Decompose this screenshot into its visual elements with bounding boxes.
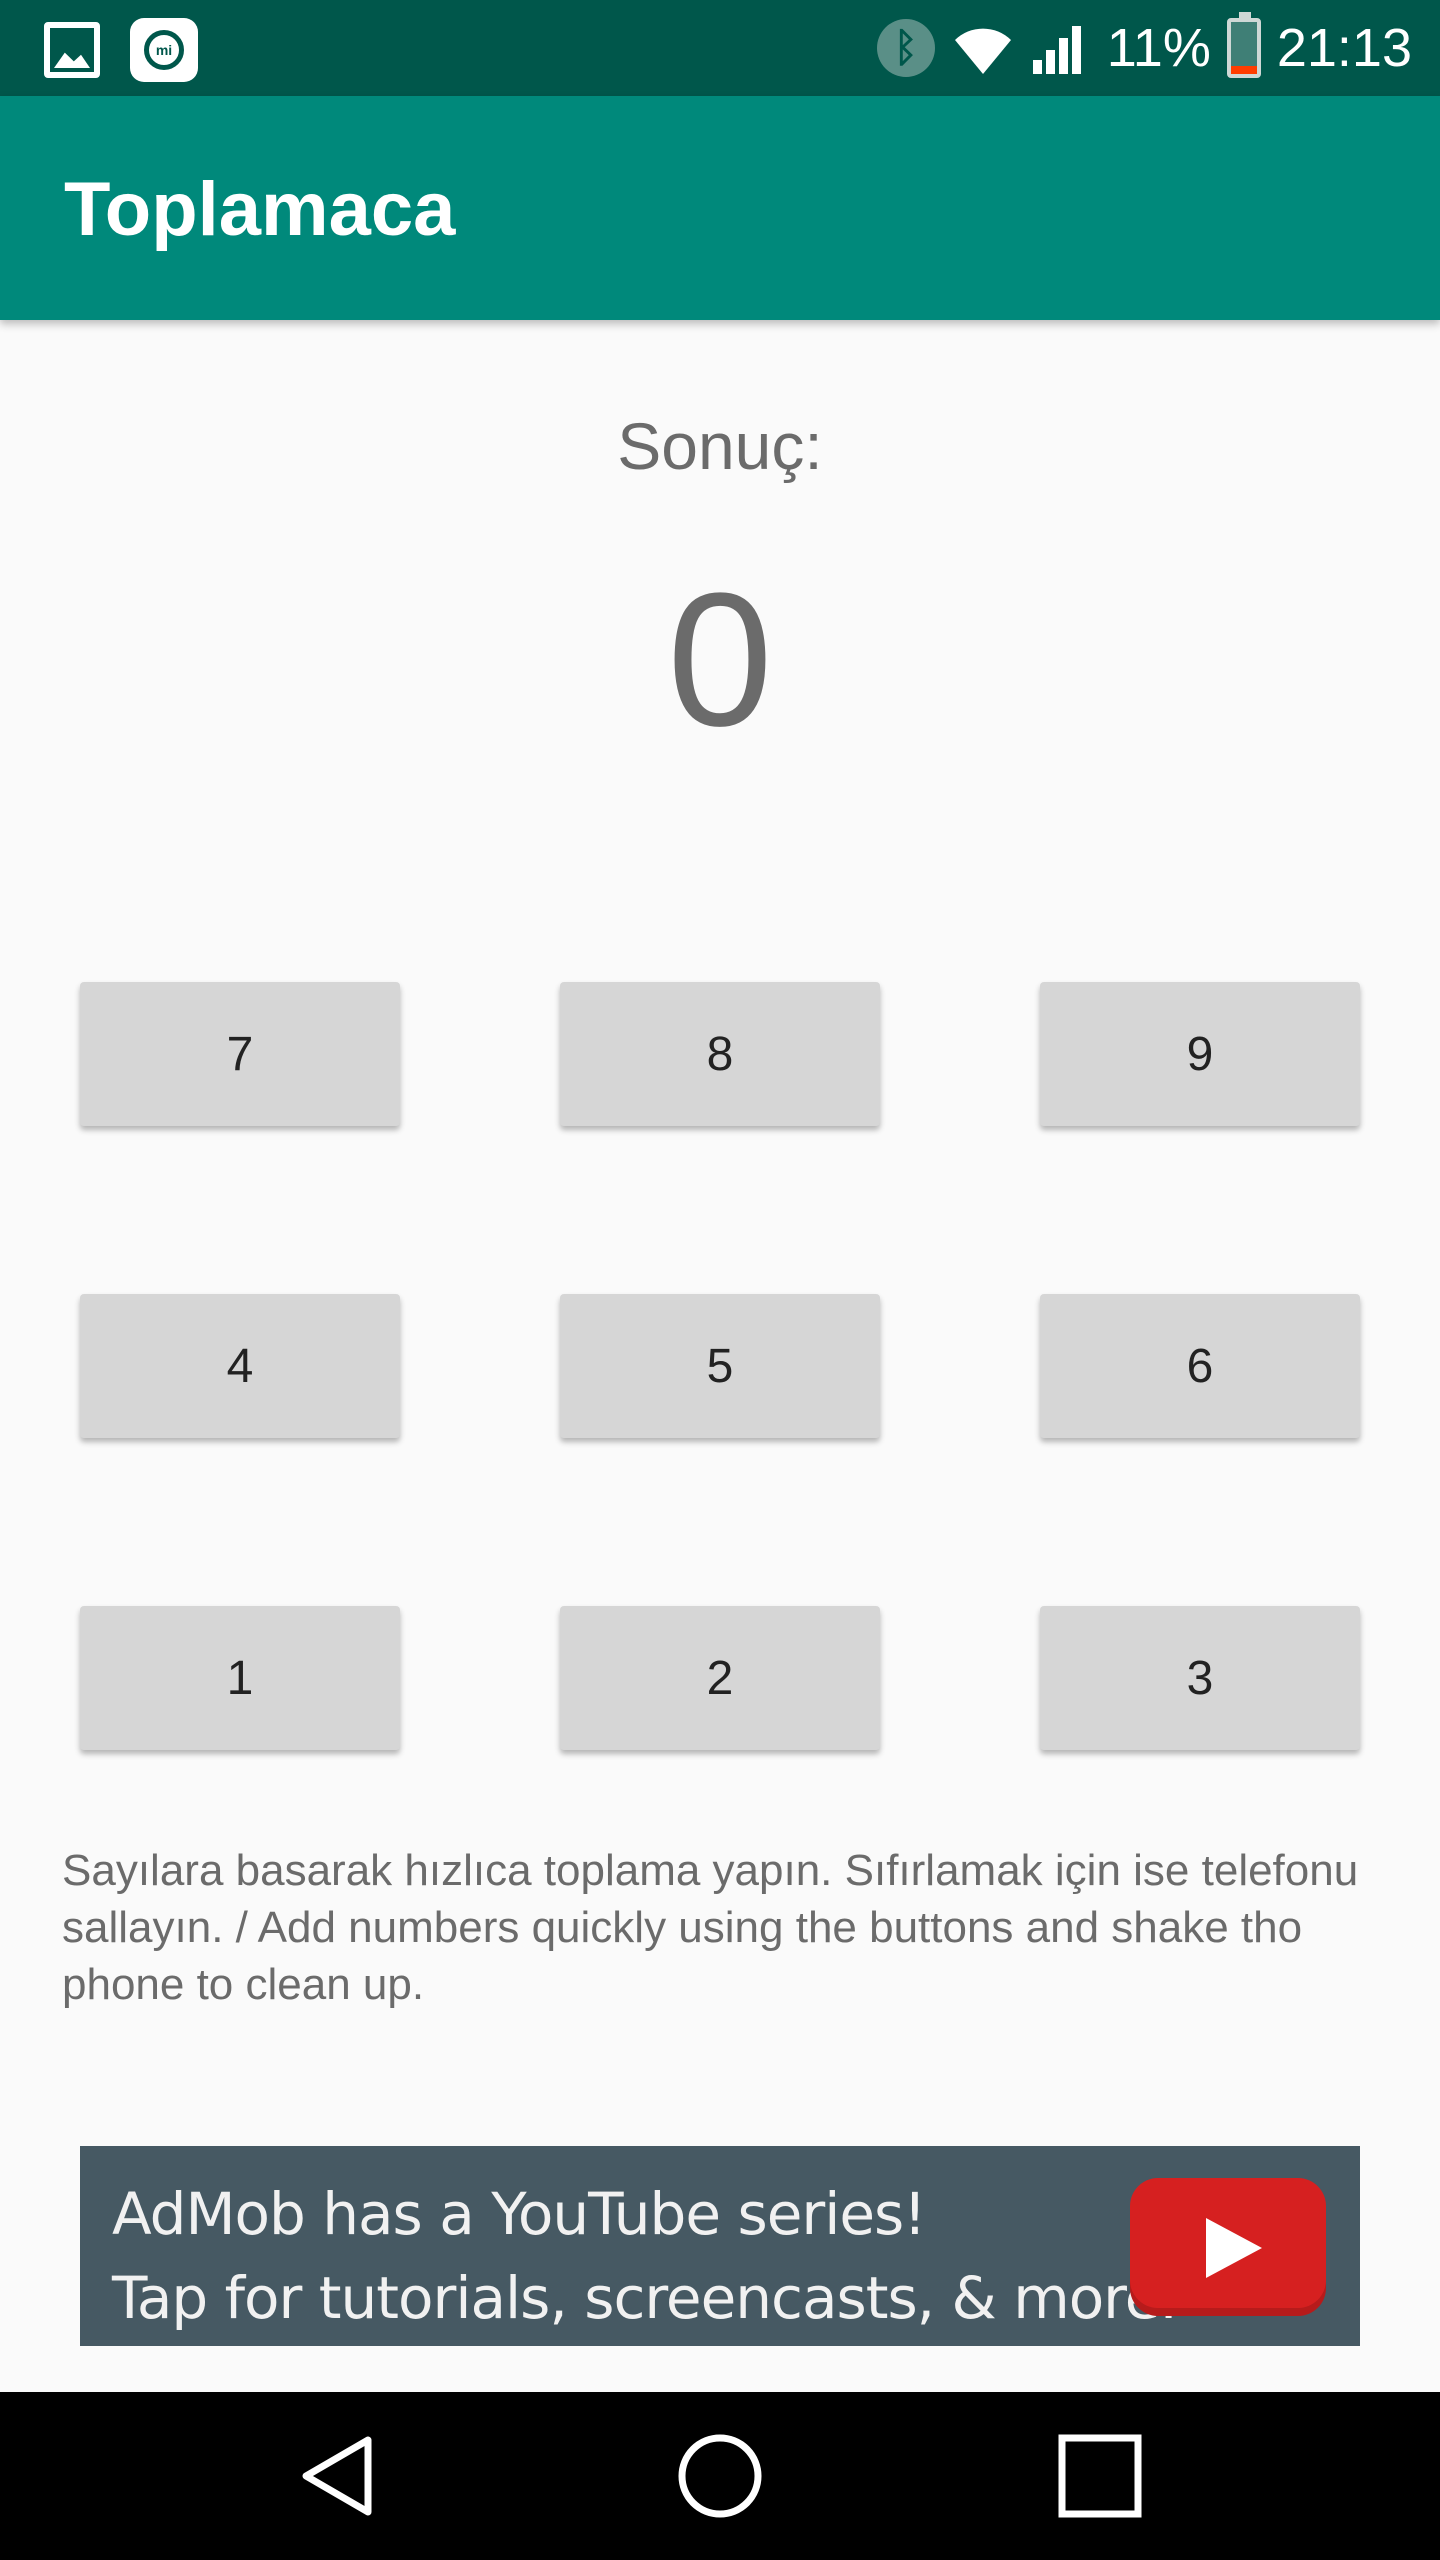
wifi-icon [951, 20, 1015, 76]
gallery-icon [44, 22, 100, 78]
ad-line-2: Tap for tutorials, screencasts, & more. [112, 2264, 1178, 2332]
key-7-button[interactable]: 7 [80, 982, 400, 1126]
battery-icon [1226, 12, 1261, 78]
result-value: 0 [667, 554, 773, 766]
back-icon[interactable] [290, 2426, 390, 2526]
clock: 21:13 [1276, 18, 1412, 78]
result-label: Sonuç: [617, 409, 823, 483]
ad-text: AdMob has a YouTube series! Tap for tuto… [112, 2172, 1178, 2340]
navigation-bar [0, 2392, 1440, 2560]
key-5-button[interactable]: 5 [560, 1294, 880, 1438]
battery-percentage: 11% [1106, 18, 1211, 78]
app-bar: Toplamaca [0, 96, 1440, 320]
mi-icon: mi [130, 18, 198, 82]
signal-icon [1031, 20, 1091, 76]
bluetooth-icon: ᛒ [876, 19, 935, 77]
key-4-button[interactable]: 4 [80, 1294, 400, 1438]
key-2-button[interactable]: 2 [560, 1606, 880, 1750]
notification-icons: mi [44, 18, 198, 82]
key-3-button[interactable]: 3 [1040, 1606, 1360, 1750]
home-icon[interactable] [670, 2426, 770, 2526]
number-keypad: 7 8 9 4 5 6 1 2 3 [80, 982, 1360, 1752]
key-9-button[interactable]: 9 [1040, 982, 1360, 1126]
youtube-play-icon[interactable] [1130, 2178, 1326, 2316]
key-8-button[interactable]: 8 [560, 982, 880, 1126]
ad-banner[interactable]: AdMob has a YouTube series! Tap for tuto… [80, 2146, 1360, 2346]
key-1-button[interactable]: 1 [80, 1606, 400, 1750]
system-icons: ᛒ 11% 21:13 [876, 12, 1412, 80]
recents-icon[interactable] [1050, 2426, 1150, 2526]
ad-line-1: AdMob has a YouTube series! [112, 2180, 926, 2248]
instructions-text: Sayılara basarak hızlıca toplama yapın. … [62, 1846, 1359, 2009]
key-6-button[interactable]: 6 [1040, 1294, 1360, 1438]
status-bar: mi ᛒ 11% 21:13 [0, 0, 1440, 96]
app-title: Toplamaca [64, 167, 456, 252]
